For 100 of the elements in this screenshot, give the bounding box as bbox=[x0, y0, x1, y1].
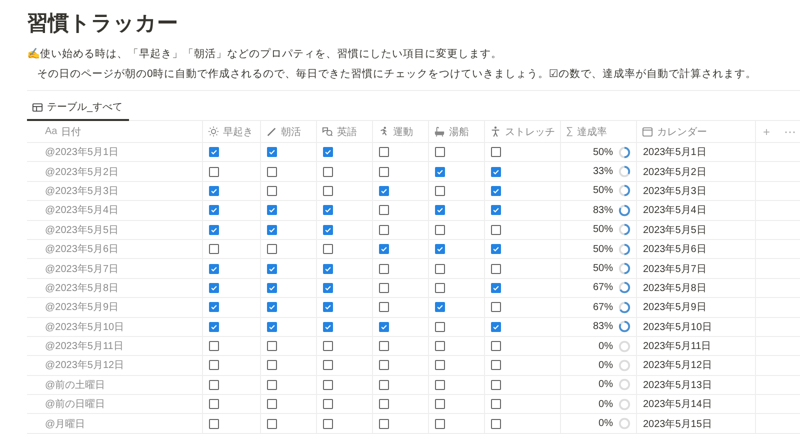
checkbox[interactable] bbox=[435, 244, 445, 254]
checkbox[interactable] bbox=[435, 166, 445, 177]
checkbox[interactable] bbox=[379, 205, 389, 216]
checkbox[interactable] bbox=[209, 380, 219, 390]
checkbox[interactable] bbox=[379, 186, 389, 196]
checkbox[interactable] bbox=[267, 282, 277, 293]
checkbox[interactable] bbox=[435, 224, 445, 235]
progress-ring bbox=[618, 242, 631, 256]
checkbox[interactable] bbox=[209, 244, 219, 254]
checkbox[interactable] bbox=[491, 244, 501, 254]
view-tab[interactable]: テーブル_すべて bbox=[27, 97, 129, 121]
checkbox[interactable] bbox=[379, 341, 389, 352]
checkbox[interactable] bbox=[323, 302, 333, 312]
checkbox[interactable] bbox=[491, 418, 501, 429]
checkbox[interactable] bbox=[209, 418, 219, 429]
checkbox[interactable] bbox=[209, 360, 219, 370]
checkbox[interactable] bbox=[209, 341, 219, 352]
checkbox[interactable] bbox=[209, 322, 219, 332]
checkbox[interactable] bbox=[491, 166, 501, 177]
checkbox[interactable] bbox=[323, 224, 333, 235]
more-button[interactable]: ⋯ bbox=[782, 124, 798, 138]
calendar-cell-text: 2023年5月6日 bbox=[643, 243, 706, 256]
checkbox[interactable] bbox=[323, 322, 333, 332]
checkbox[interactable] bbox=[435, 399, 445, 410]
checkbox[interactable] bbox=[209, 224, 219, 235]
checkbox[interactable] bbox=[323, 186, 333, 196]
checkbox[interactable] bbox=[267, 205, 277, 216]
checkbox[interactable] bbox=[209, 264, 219, 274]
checkbox[interactable] bbox=[323, 147, 333, 158]
checkbox[interactable] bbox=[379, 302, 389, 312]
checkbox[interactable] bbox=[379, 380, 389, 390]
checkbox[interactable] bbox=[491, 205, 501, 216]
checkbox[interactable] bbox=[323, 418, 333, 429]
checkbox[interactable] bbox=[267, 380, 277, 390]
checkbox[interactable] bbox=[267, 360, 277, 370]
checkbox[interactable] bbox=[491, 380, 501, 390]
checkbox[interactable] bbox=[491, 224, 501, 235]
calendar-cell-text: 2023年5月15日 bbox=[643, 418, 712, 431]
checkbox[interactable] bbox=[491, 399, 501, 410]
checkbox[interactable] bbox=[323, 360, 333, 370]
checkbox[interactable] bbox=[435, 380, 445, 390]
checkbox[interactable] bbox=[435, 147, 445, 158]
description-text: その日のページが朝の0時に自動で作成されるので、毎日できた習慣にチェックをつけていきましょう。☑の数で、達成率が自動で計算されます。 bbox=[37, 67, 756, 82]
checkbox[interactable] bbox=[379, 147, 389, 158]
checkbox[interactable] bbox=[323, 399, 333, 410]
checkbox[interactable] bbox=[435, 282, 445, 293]
checkbox[interactable] bbox=[435, 360, 445, 370]
checkbox[interactable] bbox=[267, 147, 277, 158]
checkbox[interactable] bbox=[379, 399, 389, 410]
checkbox[interactable] bbox=[209, 205, 219, 216]
checkbox[interactable] bbox=[491, 341, 501, 352]
checkbox[interactable] bbox=[209, 302, 219, 312]
checkbox[interactable] bbox=[379, 282, 389, 293]
checkbox[interactable] bbox=[379, 166, 389, 177]
checkbox[interactable] bbox=[209, 399, 219, 410]
checkbox[interactable] bbox=[323, 341, 333, 352]
add-column-button[interactable]: + bbox=[761, 124, 772, 138]
checkbox[interactable] bbox=[267, 418, 277, 429]
checkbox[interactable] bbox=[209, 282, 219, 293]
checkbox[interactable] bbox=[379, 322, 389, 332]
date-cell-text: @2023年5月2日 bbox=[45, 166, 119, 179]
checkbox[interactable] bbox=[491, 282, 501, 293]
checkbox[interactable] bbox=[379, 224, 389, 235]
checkbox[interactable] bbox=[209, 166, 219, 177]
checkbox[interactable] bbox=[491, 302, 501, 312]
checkbox[interactable] bbox=[209, 147, 219, 158]
checkbox[interactable] bbox=[379, 360, 389, 370]
checkbox[interactable] bbox=[323, 264, 333, 274]
checkbox[interactable] bbox=[323, 205, 333, 216]
checkbox[interactable] bbox=[491, 360, 501, 370]
calendar-cell-text: 2023年5月7日 bbox=[643, 262, 706, 276]
checkbox[interactable] bbox=[379, 264, 389, 274]
checkbox[interactable] bbox=[491, 186, 501, 196]
checkbox[interactable] bbox=[267, 244, 277, 254]
checkbox[interactable] bbox=[267, 341, 277, 352]
checkbox[interactable] bbox=[267, 322, 277, 332]
checkbox[interactable] bbox=[491, 322, 501, 332]
checkbox[interactable] bbox=[435, 418, 445, 429]
checkbox[interactable] bbox=[267, 186, 277, 196]
checkbox[interactable] bbox=[491, 264, 501, 274]
checkbox[interactable] bbox=[267, 224, 277, 235]
checkbox[interactable] bbox=[323, 380, 333, 390]
checkbox[interactable] bbox=[323, 166, 333, 177]
checkbox[interactable] bbox=[379, 244, 389, 254]
checkbox[interactable] bbox=[323, 282, 333, 293]
checkbox[interactable] bbox=[379, 418, 389, 429]
checkbox[interactable] bbox=[267, 264, 277, 274]
checkbox[interactable] bbox=[209, 186, 219, 196]
checkbox[interactable] bbox=[267, 399, 277, 410]
checkbox[interactable] bbox=[267, 302, 277, 312]
checkbox[interactable] bbox=[491, 147, 501, 158]
checkbox[interactable] bbox=[323, 244, 333, 254]
checkbox[interactable] bbox=[435, 322, 445, 332]
checkbox[interactable] bbox=[435, 264, 445, 274]
checkbox[interactable] bbox=[267, 166, 277, 177]
checkbox[interactable] bbox=[435, 302, 445, 312]
checkbox[interactable] bbox=[435, 205, 445, 216]
checkbox[interactable] bbox=[435, 186, 445, 196]
checkbox[interactable] bbox=[435, 341, 445, 352]
date-cell-text: @2023年5月10日 bbox=[45, 320, 124, 334]
